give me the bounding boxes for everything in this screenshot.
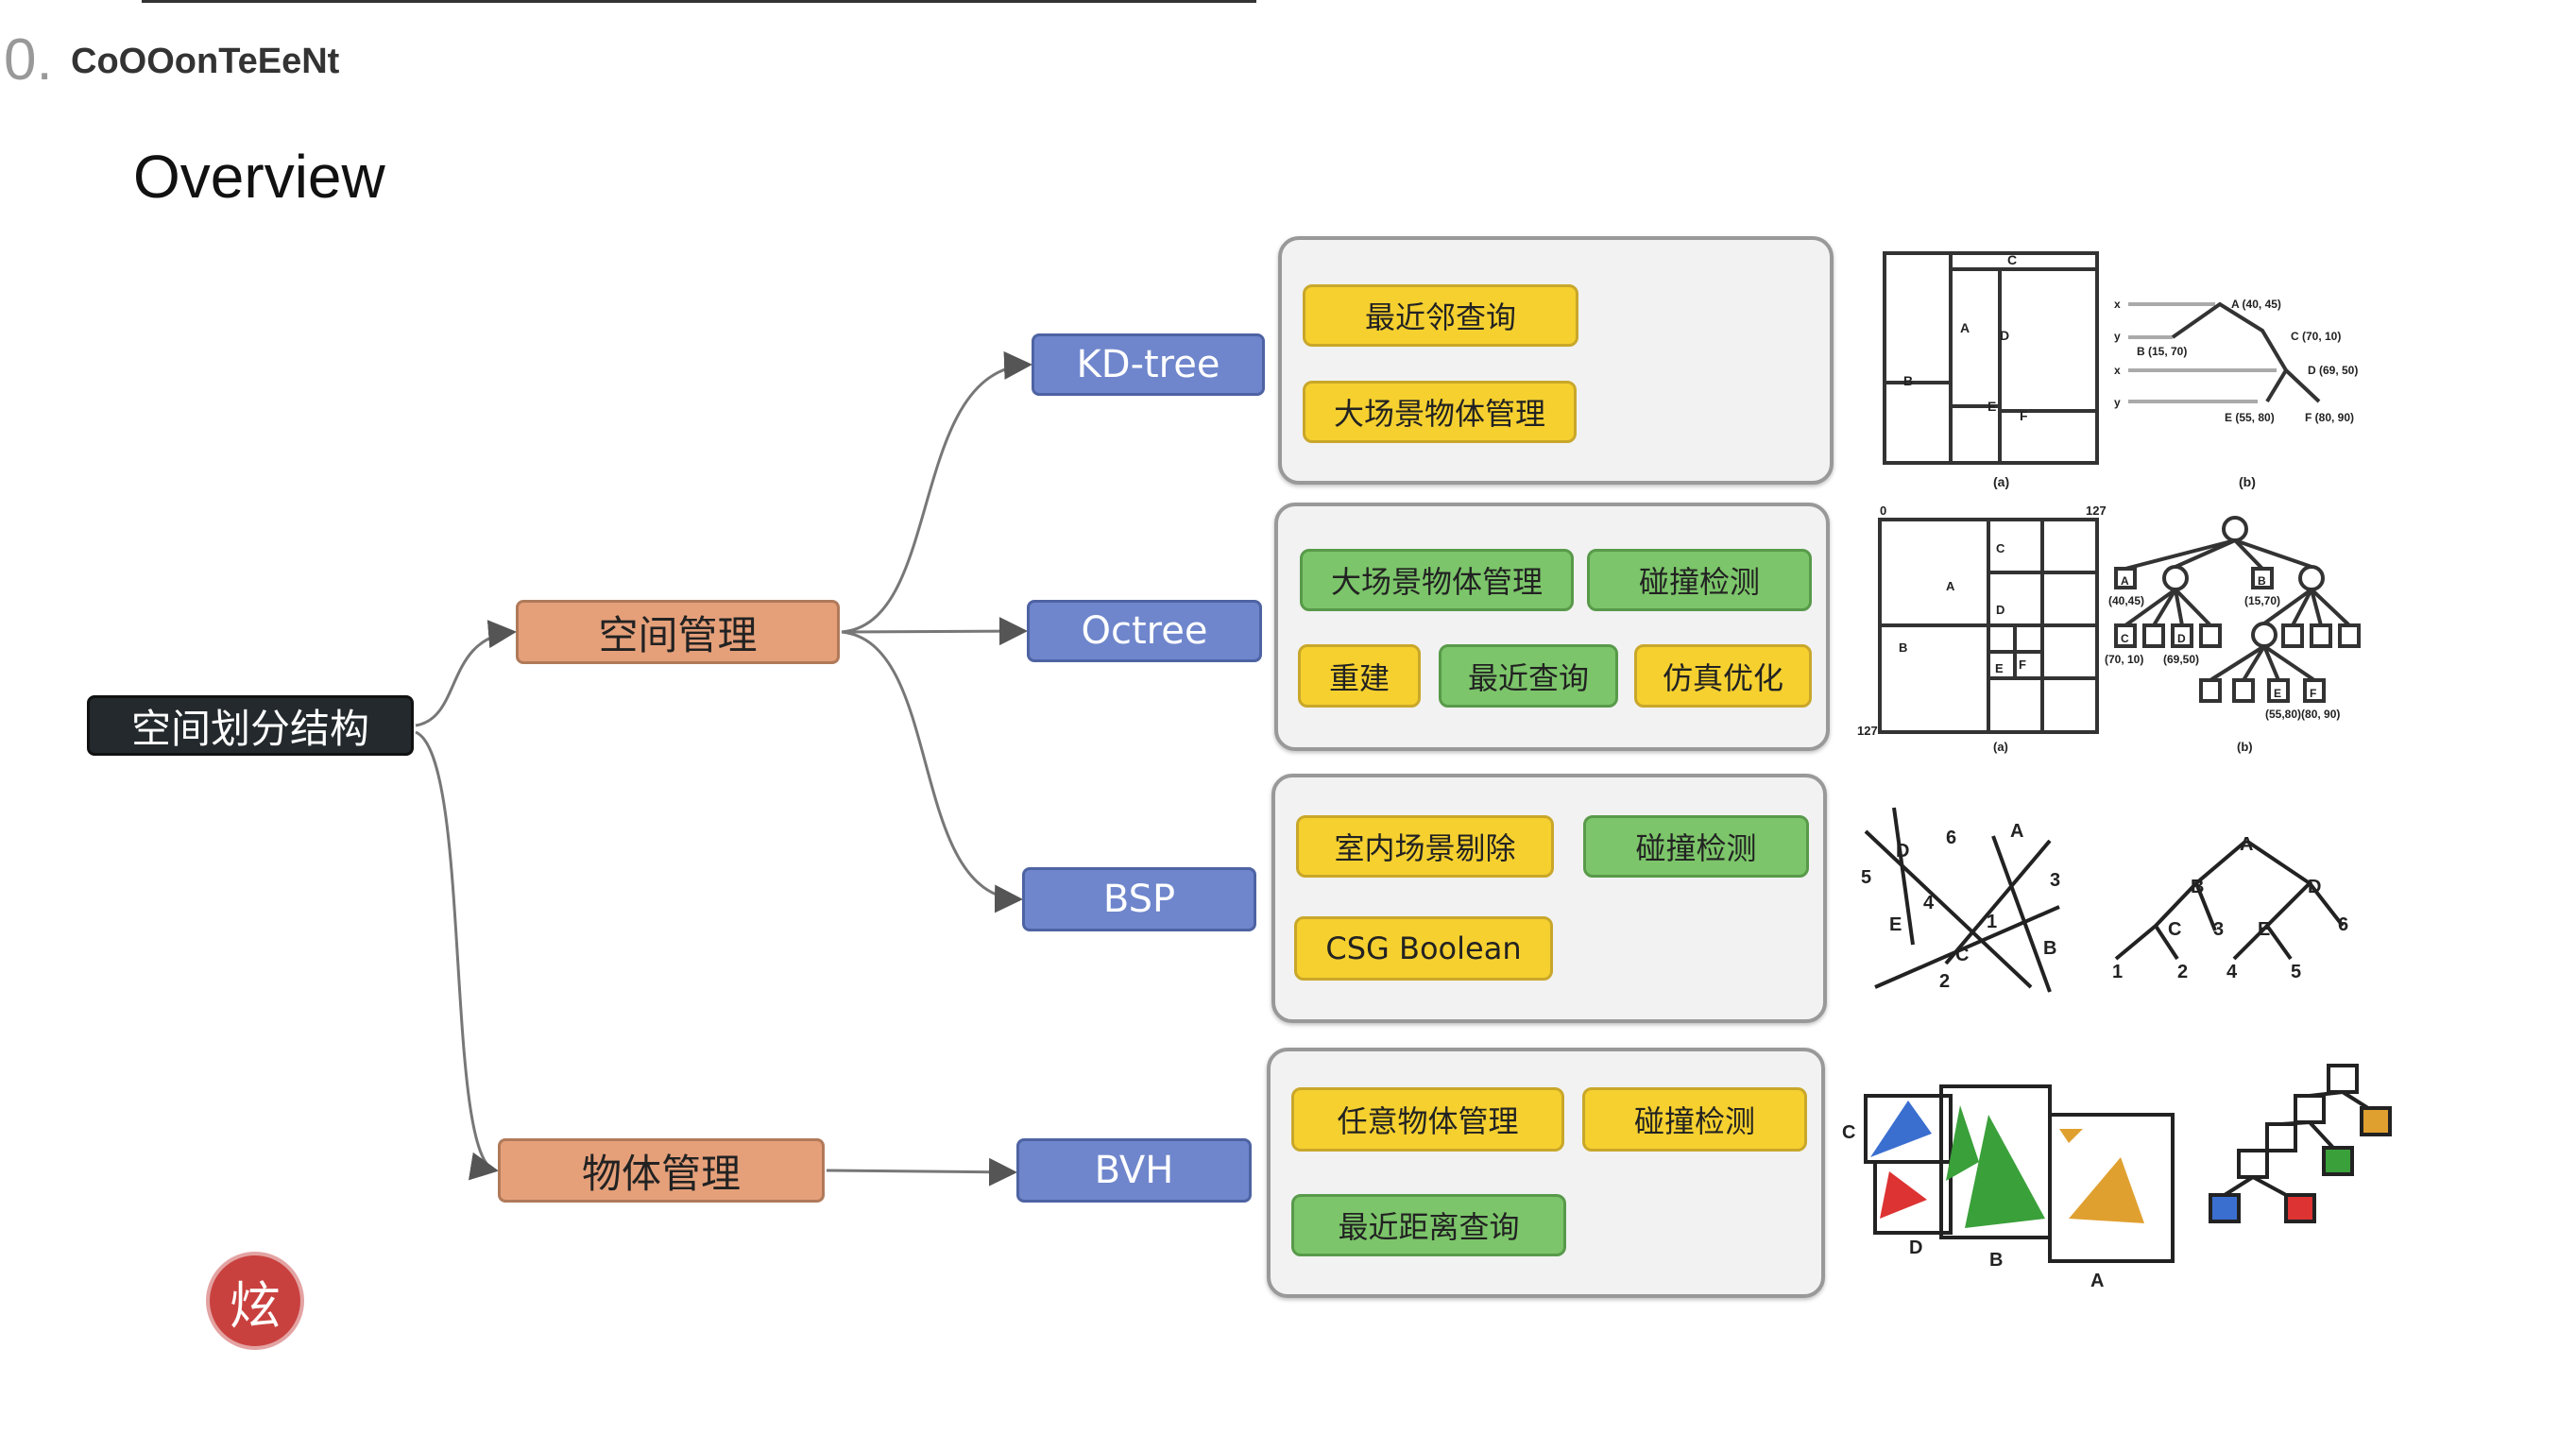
diagram-label: E bbox=[1889, 914, 1902, 935]
diagram-label: 1 bbox=[1987, 912, 1997, 932]
diagram-label: C bbox=[2168, 919, 2181, 940]
diagram-label: C bbox=[1842, 1122, 1855, 1143]
diagram-label: (55,80)(80, 90) bbox=[2265, 708, 2340, 721]
diagram-label: D bbox=[2308, 877, 2321, 897]
diagram-label: D bbox=[1996, 603, 2005, 617]
diagram-label: 2 bbox=[2177, 962, 2188, 982]
diagram-label: B bbox=[2043, 938, 2056, 959]
diagram-label: (40,45) bbox=[2108, 594, 2144, 607]
bsp-tree-figure bbox=[2114, 839, 2345, 961]
diagram-label: C bbox=[2007, 252, 2017, 267]
octree-partition-figure bbox=[1878, 518, 2099, 734]
diagram-label: 0 bbox=[1880, 504, 1886, 518]
diagram-label: 4 bbox=[2226, 962, 2238, 982]
diagram-label: C bbox=[1955, 945, 1969, 965]
diagram-label: B bbox=[2258, 574, 2266, 588]
diagram-label: y bbox=[2114, 396, 2121, 409]
diagram-label: A (40, 45) bbox=[2231, 298, 2281, 311]
diagram-label: A bbox=[2010, 821, 2023, 842]
diagram-label: F bbox=[2310, 687, 2316, 700]
diagram-label: 3 bbox=[2050, 870, 2060, 891]
diagram-label: E bbox=[2258, 919, 2270, 940]
diagram-label: (b) bbox=[2239, 474, 2256, 489]
diagram-label: 3 bbox=[2213, 919, 2224, 940]
kd-partition-figure bbox=[1883, 251, 2099, 465]
diagram-label: x bbox=[2114, 298, 2121, 311]
diagram-label: B bbox=[1903, 373, 1913, 388]
bvh-tree-figure bbox=[2209, 1064, 2392, 1223]
diagram-label: 5 bbox=[2291, 962, 2301, 982]
diagram-label: F (80, 90) bbox=[2305, 411, 2354, 424]
diagram-label: C bbox=[2121, 632, 2129, 645]
diagram-label: y bbox=[2114, 330, 2121, 343]
diagram-label: D bbox=[2177, 632, 2186, 645]
octree-tree-figure bbox=[2114, 516, 2361, 703]
diagram-label: D bbox=[1909, 1238, 1922, 1258]
structure-illustrations: A B C D E F (a) (b) A (40, 45) B (15, 70) C (70, 1… bbox=[1842, 251, 2392, 1291]
diagram-label: B (15, 70) bbox=[2137, 345, 2187, 358]
diagram-label: (15,70) bbox=[2244, 594, 2280, 607]
diagram-label: D bbox=[2000, 328, 2009, 343]
diagram-label: B bbox=[1989, 1250, 2003, 1271]
diagram-label: E (55, 80) bbox=[2225, 411, 2275, 424]
seal-logo: 炫 bbox=[206, 1252, 304, 1350]
diagram-label: F bbox=[2019, 657, 2026, 672]
diagram-label: D (69, 50) bbox=[2308, 364, 2358, 377]
diagram-label: (a) bbox=[1993, 740, 2008, 754]
diagram-label: E bbox=[1995, 661, 2004, 675]
bvh-figure bbox=[1864, 1084, 2175, 1263]
diagram-label: B bbox=[1899, 640, 1907, 655]
diagram-label: 1 bbox=[2112, 962, 2123, 982]
diagram-label: B bbox=[2191, 877, 2204, 897]
diagram-label: A bbox=[2090, 1271, 2104, 1291]
diagram-label: (70, 10) bbox=[2105, 653, 2143, 666]
diagram-label: F bbox=[2020, 408, 2028, 423]
diagram-label: C (70, 10) bbox=[2291, 330, 2341, 343]
diagram-label: 6 bbox=[1946, 828, 1956, 848]
seal-glyph: 炫 bbox=[230, 1275, 281, 1336]
diagram-label: x bbox=[2114, 364, 2121, 377]
diagram-label: 2 bbox=[1939, 971, 1950, 992]
diagram-label: (b) bbox=[2237, 740, 2253, 754]
diagram-label: C bbox=[1996, 541, 2005, 555]
diagram-label: (69,50) bbox=[2163, 653, 2199, 666]
diagram-label: 6 bbox=[2338, 914, 2348, 935]
diagram-label: 127 bbox=[1857, 724, 1878, 738]
diagram-label: D bbox=[1896, 841, 1909, 862]
diagram-label: E bbox=[2274, 687, 2281, 700]
diagram-label: (a) bbox=[1993, 474, 2009, 489]
diagram-label: A bbox=[1946, 579, 1955, 593]
diagram-label: A bbox=[2240, 834, 2253, 855]
diagram-label: 5 bbox=[1861, 867, 1871, 888]
diagram-label: 127 bbox=[2086, 504, 2107, 518]
diagram-label: E bbox=[1987, 399, 1996, 414]
diagram-label: A bbox=[2121, 574, 2129, 588]
diagram-label: A bbox=[1960, 320, 1970, 335]
diagram-label: 4 bbox=[1923, 893, 1935, 913]
